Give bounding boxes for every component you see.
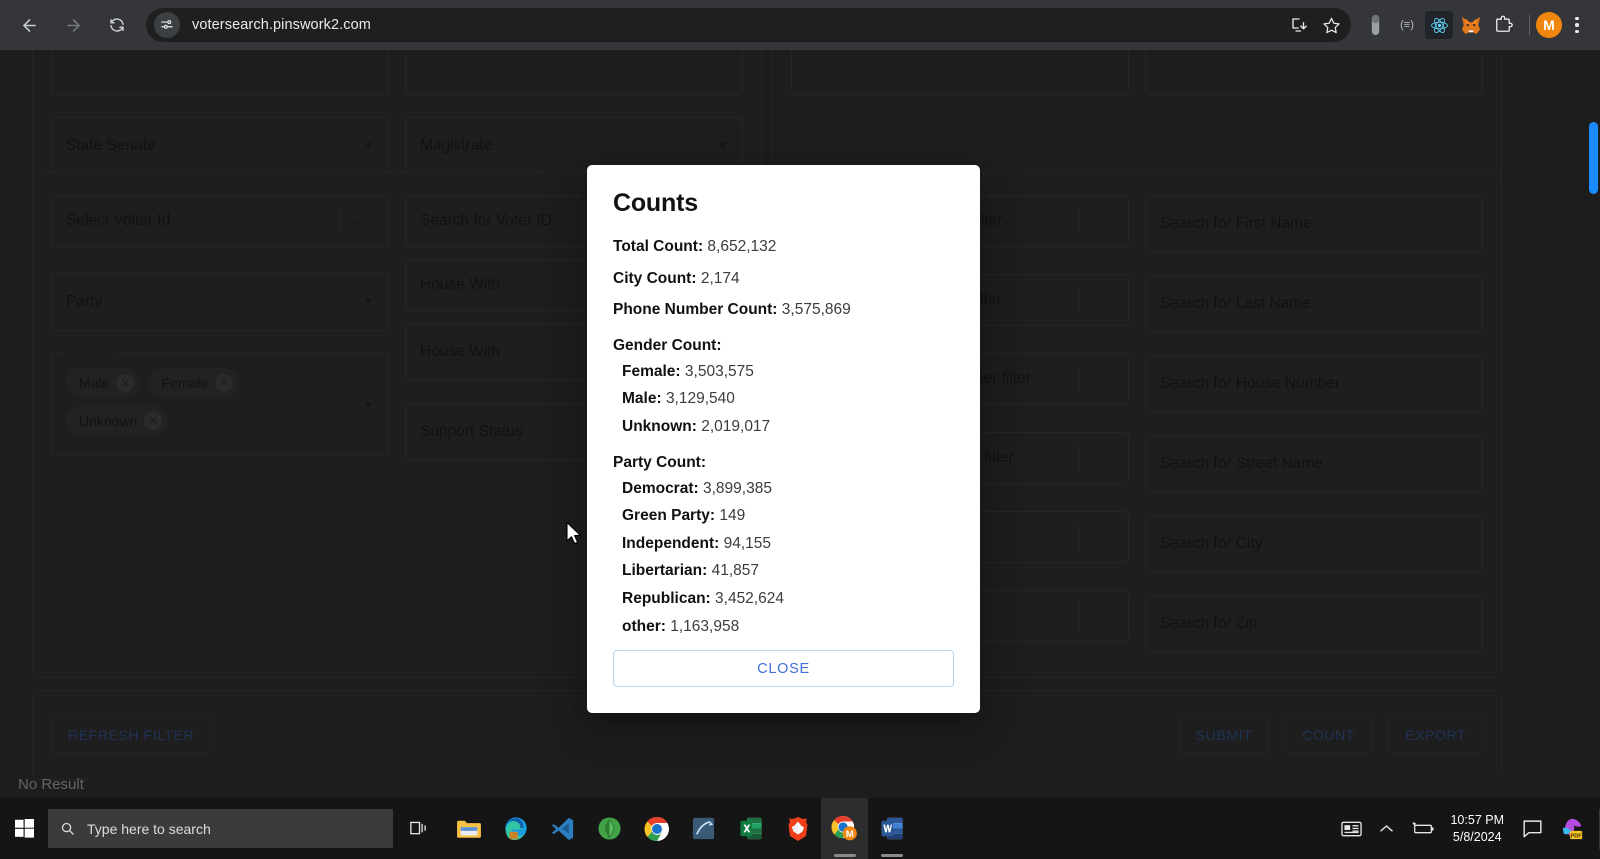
dialog-title: Counts bbox=[613, 189, 698, 217]
party-republican-label: Republican: bbox=[622, 589, 711, 607]
chrome-metamask-icon[interactable]: M bbox=[821, 798, 868, 859]
total-count-value: 8,652,132 bbox=[707, 238, 777, 255]
gender-unknown-value: 2,019,017 bbox=[701, 417, 771, 435]
taskbar-search-placeholder: Type here to search bbox=[87, 820, 211, 837]
party-count-group: Party Count: Democrat: 3,899,385 Green P… bbox=[613, 454, 954, 637]
sql-server-management-studio-icon[interactable] bbox=[680, 798, 727, 859]
gender-male-row: Male: 3,129,540 bbox=[613, 390, 954, 409]
taskbar-clock[interactable]: 10:57 PM 5/8/2024 bbox=[1444, 812, 1514, 846]
system-tray: 10:57 PM 5/8/2024 PDF bbox=[1332, 798, 1600, 859]
file-explorer-icon[interactable] bbox=[445, 798, 492, 859]
clock-date: 5/8/2024 bbox=[1452, 829, 1502, 844]
install-app-icon[interactable] bbox=[1285, 11, 1313, 39]
party-libertarian-row: Libertarian: 41,857 bbox=[613, 562, 954, 581]
show-hidden-icons-icon[interactable] bbox=[1371, 824, 1402, 833]
total-count-label: Total Count: bbox=[613, 238, 704, 255]
party-green-label: Green Party: bbox=[622, 507, 716, 525]
forward-button[interactable] bbox=[56, 8, 90, 42]
brave-browser-icon[interactable] bbox=[774, 798, 821, 859]
task-view-icon[interactable] bbox=[393, 798, 445, 859]
close-button[interactable]: CLOSE bbox=[613, 650, 954, 688]
phone-count-label: Phone Number Count: bbox=[613, 301, 778, 319]
react-devtools-icon[interactable] bbox=[1425, 11, 1453, 39]
mouse-cursor bbox=[565, 521, 583, 552]
party-other-label: other: bbox=[622, 617, 666, 635]
equalizer-extension-icon[interactable]: (≡) bbox=[1393, 11, 1421, 39]
microsoft-word-icon[interactable] bbox=[868, 798, 915, 859]
party-democrat-label: Democrat: bbox=[622, 479, 699, 497]
city-count-label: City Count: bbox=[613, 269, 697, 287]
city-count-value: 2,174 bbox=[700, 269, 740, 287]
total-count-row: Total Count: 8,652,132 bbox=[613, 238, 954, 257]
scrollbar-thumb[interactable] bbox=[1589, 122, 1598, 194]
news-and-interests-icon[interactable] bbox=[1332, 820, 1371, 838]
taskbar-search-box[interactable]: Type here to search bbox=[48, 809, 393, 848]
windows-taskbar: Type here to search M 10:57 PM 5/8/2024 … bbox=[0, 798, 1600, 859]
address-bar[interactable]: votersearch.pinswork2.com bbox=[146, 8, 1351, 42]
pdf-tool-icon[interactable]: PDF bbox=[1551, 817, 1593, 841]
counts-dialog: Counts Total Count: 8,652,132 City Count… bbox=[587, 165, 980, 714]
party-independent-row: Independent: 94,155 bbox=[613, 535, 954, 554]
extensions-strip: (≡) bbox=[1361, 11, 1523, 39]
phone-count-value: 3,575,869 bbox=[781, 301, 851, 319]
party-other-value: 1,163,958 bbox=[670, 617, 740, 635]
page-scrollbar[interactable] bbox=[1586, 50, 1600, 798]
site-settings-icon[interactable] bbox=[154, 12, 180, 38]
vscode-icon[interactable] bbox=[539, 798, 586, 859]
toolbar-divider bbox=[1529, 15, 1530, 35]
phone-count-row: Phone Number Count: 3,575,869 bbox=[613, 301, 954, 320]
gender-count-group: Gender Count: Female: 3,503,575 Male: 3,… bbox=[613, 337, 954, 437]
party-republican-value: 3,452,624 bbox=[715, 589, 784, 607]
party-independent-label: Independent: bbox=[622, 534, 720, 552]
search-icon bbox=[61, 822, 74, 835]
bookmark-star-icon[interactable] bbox=[1317, 11, 1345, 39]
battery-charging-icon[interactable] bbox=[1402, 821, 1444, 836]
svg-text:PDF: PDF bbox=[1571, 833, 1583, 839]
gender-unknown-label: Unknown: bbox=[622, 417, 697, 435]
party-independent-value: 94,155 bbox=[723, 534, 772, 552]
gender-female-label: Female: bbox=[622, 362, 681, 380]
action-center-icon[interactable] bbox=[1514, 819, 1551, 838]
party-republican-row: Republican: 3,452,624 bbox=[613, 590, 954, 609]
party-democrat-row: Democrat: 3,899,385 bbox=[613, 480, 954, 499]
party-other-row: other: 1,163,958 bbox=[613, 618, 954, 637]
taskbar-apps: M bbox=[445, 798, 915, 859]
svg-text:M: M bbox=[846, 829, 854, 840]
google-chrome-icon[interactable] bbox=[633, 798, 680, 859]
party-green-value: 149 bbox=[719, 507, 746, 525]
party-democrat-value: 3,899,385 bbox=[702, 479, 772, 497]
url-text: votersearch.pinswork2.com bbox=[192, 17, 371, 33]
clock-time: 10:57 PM bbox=[1450, 812, 1504, 827]
mongodb-compass-icon[interactable] bbox=[586, 798, 633, 859]
party-count-heading: Party Count: bbox=[613, 453, 706, 471]
browser-toolbar: votersearch.pinswork2.com (≡) M bbox=[0, 0, 1600, 50]
party-libertarian-label: Libertarian: bbox=[622, 562, 708, 580]
gender-female-row: Female: 3,503,575 bbox=[613, 363, 954, 382]
gender-unknown-row: Unknown: 2,019,017 bbox=[613, 418, 954, 437]
microsoft-excel-icon[interactable] bbox=[727, 798, 774, 859]
party-libertarian-value: 41,857 bbox=[711, 562, 759, 580]
city-count-row: City Count: 2,174 bbox=[613, 270, 954, 289]
gender-male-value: 3,129,540 bbox=[665, 390, 735, 408]
kebab-menu-icon[interactable] bbox=[1562, 10, 1592, 40]
metamask-fox-icon[interactable] bbox=[1457, 11, 1485, 39]
profile-avatar[interactable]: M bbox=[1536, 12, 1562, 38]
windows-start-icon[interactable] bbox=[0, 798, 48, 859]
gender-count-heading: Gender Count: bbox=[613, 336, 722, 354]
gender-male-label: Male: bbox=[622, 390, 662, 408]
party-green-row: Green Party: 149 bbox=[613, 507, 954, 526]
capsule-extension-icon[interactable] bbox=[1361, 11, 1389, 39]
reload-button[interactable] bbox=[100, 8, 134, 42]
microsoft-edge-icon[interactable] bbox=[492, 798, 539, 859]
extensions-puzzle-icon[interactable] bbox=[1489, 11, 1517, 39]
gender-female-value: 3,503,575 bbox=[684, 362, 754, 380]
back-button[interactable] bbox=[12, 8, 46, 42]
